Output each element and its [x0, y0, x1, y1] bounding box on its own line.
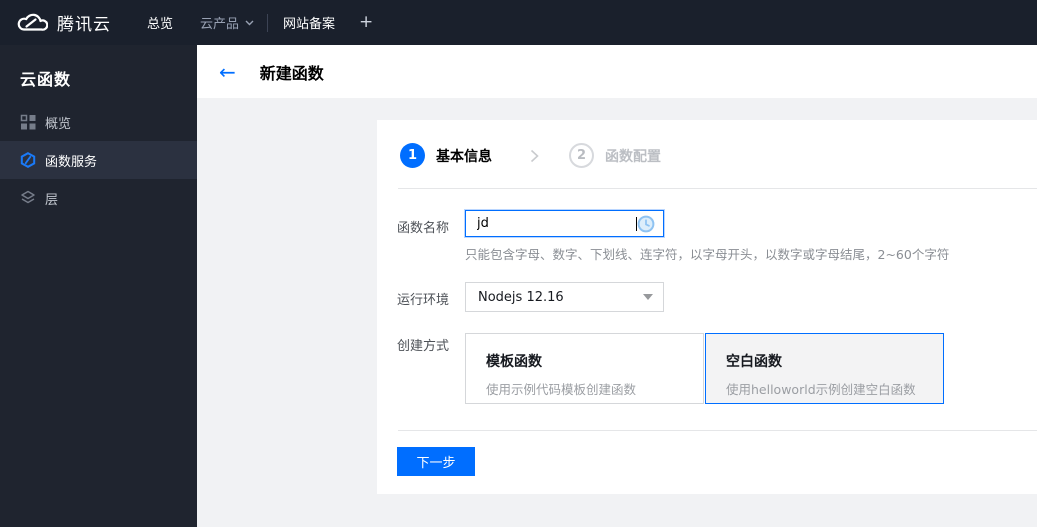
nav-item-overview[interactable]: 总览 — [147, 13, 173, 32]
nav-item-products[interactable]: 云产品 — [200, 13, 254, 32]
clock-pending-icon — [637, 215, 655, 233]
creation-method-cards: 模板函数 使用示例代码模板创建函数 空白函数 使用helloworld示例创建空… — [465, 333, 944, 404]
sidebar-item-functions[interactable]: 函数服务 — [0, 141, 197, 179]
back-arrow-icon[interactable]: ← — [219, 62, 236, 82]
brand-logo[interactable]: 腾讯云 — [14, 10, 111, 35]
chevron-down-icon — [245, 20, 254, 26]
sidebar-item-overview[interactable]: 概览 — [0, 103, 197, 141]
scf-icon — [20, 152, 36, 168]
brand-name: 腾讯云 — [57, 15, 111, 35]
grid-icon — [20, 114, 36, 130]
sidebar-item-label: 层 — [45, 192, 59, 208]
sidebar-item-layers[interactable]: 层 — [0, 179, 197, 217]
sidebar-title: 云函数 — [20, 70, 72, 89]
tencent-cloud-console: 腾讯云 总览 云产品 网站备案 + 云函数 概览 函数服务 层 ← 新建函数 1… — [0, 0, 1037, 527]
function-name-field — [465, 210, 664, 237]
next-step-button[interactable]: 下一步 — [397, 447, 475, 476]
add-tab-icon[interactable]: + — [359, 14, 373, 31]
step-1-circle: 1 — [400, 143, 425, 168]
top-nav: 腾讯云 总览 云产品 网站备案 + — [0, 0, 1037, 45]
step-1-label: 基本信息 — [436, 148, 492, 165]
sidebar: 云函数 概览 函数服务 层 — [0, 45, 197, 527]
steps-divider — [398, 188, 1037, 189]
card-title: 模板函数 — [486, 354, 542, 370]
cloud-logo-icon — [14, 11, 48, 34]
card-desc: 使用示例代码模板创建函数 — [486, 382, 637, 397]
step-2-circle: 2 — [569, 143, 594, 168]
wizard-steps: 1 基本信息 2 函数配置 — [400, 143, 661, 168]
nav-divider — [267, 13, 269, 32]
sidebar-item-label: 概览 — [45, 116, 72, 132]
nav-item-beian[interactable]: 网站备案 — [283, 13, 335, 32]
create-function-panel: 1 基本信息 2 函数配置 函数名称 jd 只能包含字母、数字、下划线、连字符，… — [377, 120, 1037, 494]
function-name-label: 函数名称 — [397, 221, 450, 236]
chevron-right-icon — [530, 149, 539, 163]
card-desc: 使用helloworld示例创建空白函数 — [726, 382, 916, 397]
runtime-select[interactable]: Nodejs 12.16 — [465, 282, 664, 312]
step-2-label: 函数配置 — [605, 148, 661, 165]
function-name-input[interactable] — [477, 216, 636, 231]
function-name-hint: 只能包含字母、数字、下划线、连字符，以字母开头，以数字或字母结尾，2~60个字符 — [465, 247, 950, 262]
creation-method-label: 创建方式 — [397, 339, 450, 354]
bottom-divider — [398, 430, 1037, 431]
runtime-selected-value: Nodejs 12.16 — [478, 289, 564, 305]
sidebar-item-label: 函数服务 — [45, 154, 98, 170]
select-caret-icon — [643, 294, 653, 300]
template-function-card[interactable]: 模板函数 使用示例代码模板创建函数 — [465, 333, 704, 404]
card-title: 空白函数 — [726, 354, 782, 370]
content-area: 1 基本信息 2 函数配置 函数名称 jd 只能包含字母、数字、下划线、连字符，… — [197, 98, 1037, 527]
runtime-label: 运行环境 — [397, 293, 450, 308]
sidebar-menu: 概览 函数服务 层 — [0, 103, 197, 217]
page-title: 新建函数 — [259, 63, 324, 83]
blank-function-card[interactable]: 空白函数 使用helloworld示例创建空白函数 — [705, 333, 944, 404]
layers-icon — [20, 190, 36, 206]
page-header: ← 新建函数 — [197, 45, 1037, 98]
